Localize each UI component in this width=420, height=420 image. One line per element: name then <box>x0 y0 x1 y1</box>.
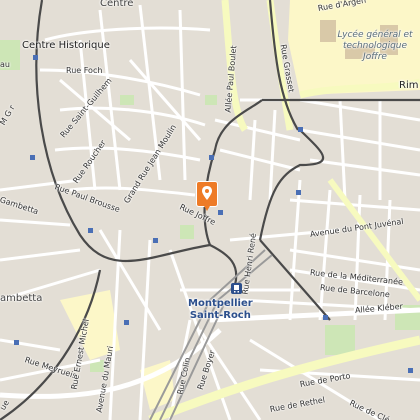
district-label-gambetta: ambetta <box>0 293 43 304</box>
location-pin-icon[interactable] <box>197 182 217 211</box>
park <box>205 95 217 105</box>
station-label[interactable]: Montpellier Saint-Roch <box>188 298 253 322</box>
district-label-centre: Centre <box>100 0 134 9</box>
street-label-rue-foch: Rue Foch <box>66 66 103 75</box>
station-name-line1: Montpellier <box>188 298 253 309</box>
map-canvas[interactable]: Centre Centre Historique Rue Foch Rue Sa… <box>0 0 420 420</box>
park <box>325 325 355 355</box>
train-station-icon[interactable] <box>231 283 242 294</box>
map-label-fragment: au <box>0 60 10 69</box>
park <box>180 225 194 239</box>
district-label-centre-historique: Centre Historique <box>22 40 110 51</box>
school-label-lycee-joffre: Lycée général et technologique Joffre <box>337 30 413 62</box>
street-label-rim: Rim <box>399 80 419 91</box>
station-name-line2: Saint-Roch <box>189 310 251 321</box>
park <box>120 95 134 105</box>
